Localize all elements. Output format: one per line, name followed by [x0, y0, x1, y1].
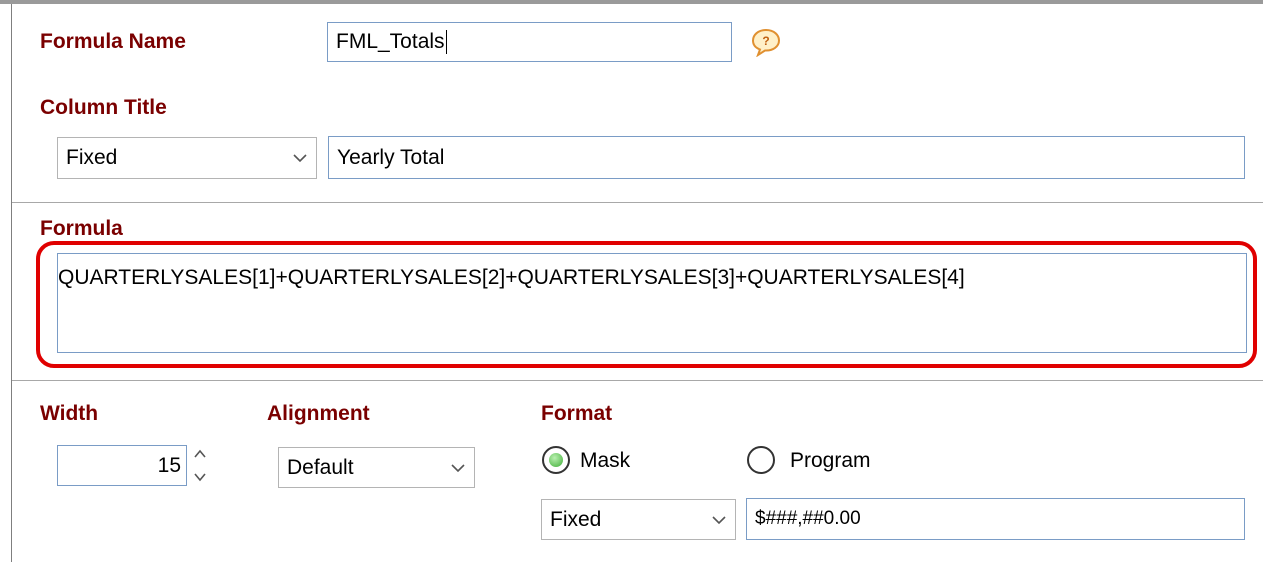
left-border — [11, 4, 12, 562]
column-title-input[interactable]: Yearly Total — [328, 136, 1245, 179]
chevron-down-icon — [451, 463, 465, 472]
separator — [12, 380, 1263, 381]
highlight-rectangle — [36, 241, 1257, 368]
format-mask-input[interactable]: $###,##0.00 — [746, 498, 1245, 540]
formula-name-input[interactable]: FML_Totals — [327, 22, 732, 62]
alignment-value: Default — [287, 455, 354, 479]
width-input[interactable]: 15 — [57, 445, 187, 486]
mask-radio-label[interactable]: Mask — [580, 449, 630, 473]
format-type-select[interactable]: Fixed — [541, 499, 736, 540]
spin-down-icon — [194, 473, 206, 482]
formula-label: Formula — [40, 217, 123, 240]
column-title-label: Column Title — [40, 96, 167, 119]
spin-up-icon — [194, 449, 206, 458]
formula-name-label: Formula Name — [40, 30, 186, 53]
formula-name-value: FML_Totals — [336, 30, 445, 53]
width-spinner[interactable] — [191, 445, 209, 486]
radio-selected-dot — [549, 453, 563, 467]
chevron-down-icon — [293, 154, 307, 163]
alignment-select[interactable]: Default — [278, 447, 475, 488]
chevron-down-icon — [712, 515, 726, 524]
column-title-type-value: Fixed — [66, 146, 118, 169]
width-label: Width — [40, 402, 99, 425]
mask-radio[interactable] — [542, 446, 570, 474]
program-radio[interactable] — [747, 446, 775, 474]
text-caret — [445, 30, 447, 54]
program-radio-label[interactable]: Program — [790, 449, 871, 473]
speech-bubble-question-icon[interactable]: ? — [750, 27, 782, 58]
top-border — [0, 0, 1263, 4]
column-title-value: Yearly Total — [337, 145, 445, 169]
separator — [12, 202, 1263, 203]
format-label: Format — [541, 402, 613, 425]
svg-text:?: ? — [762, 34, 769, 48]
alignment-label: Alignment — [267, 402, 370, 425]
width-value: 15 — [157, 453, 181, 477]
column-title-type-select[interactable]: Fixed — [57, 137, 317, 179]
format-type-value: Fixed — [550, 507, 602, 531]
format-mask-value: $###,##0.00 — [755, 508, 861, 529]
